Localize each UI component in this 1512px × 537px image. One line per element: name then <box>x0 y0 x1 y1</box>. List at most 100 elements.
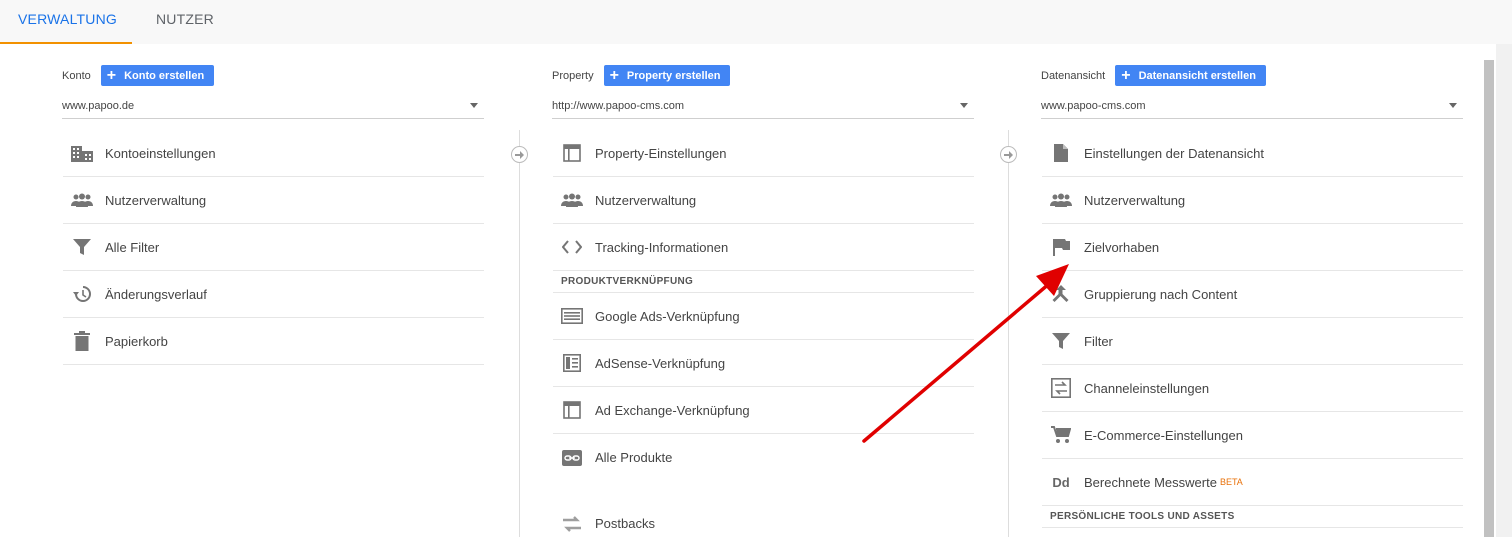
account-selected: www.papoo.de <box>62 100 135 112</box>
scrollbar-thumb[interactable] <box>1484 60 1494 537</box>
menu-item-label: Postbacks <box>595 516 655 531</box>
plus-icon: + <box>106 66 117 84</box>
menu-item-label: Google Ads-Verknüpfung <box>595 308 740 324</box>
merge-icon <box>1050 284 1072 304</box>
tab-bar: VERWALTUNG NUTZER <box>0 0 1512 44</box>
menu-item-ad-exchange[interactable]: Ad Exchange-Verknüpfung <box>553 387 974 434</box>
property-menu: Property-Einstellungen Nutzerverwaltung … <box>553 130 974 537</box>
building-icon <box>71 143 93 163</box>
section-produktverknuepfung: PRODUKTVERKNÜPFUNG <box>553 271 974 293</box>
menu-item-zielvorhaben[interactable]: Zielvorhaben <box>1042 224 1463 271</box>
menu-item-label: AdSense-Verknüpfung <box>595 355 726 371</box>
property-label: Property <box>552 69 594 82</box>
column-divider <box>1008 130 1009 537</box>
account-header: Konto + Konto erstellen <box>62 65 215 86</box>
menu-item-tracking-informationen[interactable]: Tracking-Informationen <box>553 224 974 271</box>
property-header: Property + Property erstellen <box>552 65 731 86</box>
create-property-button[interactable]: + Property erstellen <box>603 65 731 86</box>
property-selected: http://www.papoo-cms.com <box>552 100 685 112</box>
ads-icon <box>561 306 583 326</box>
column-divider <box>519 130 520 537</box>
menu-item-label: Nutzerverwaltung <box>595 192 697 208</box>
menu-item-label: Zielvorhaben <box>1084 239 1160 255</box>
document-icon <box>1050 143 1072 163</box>
tab-verwaltung[interactable]: VERWALTUNG <box>0 0 132 44</box>
arrow-right-icon <box>1000 146 1017 163</box>
menu-item-alle-filter[interactable]: Alle Filter <box>63 224 484 271</box>
code-icon <box>561 237 583 257</box>
account-menu: Kontoeinstellungen Nutzerverwaltung Alle… <box>63 130 484 365</box>
filter-icon <box>1050 331 1072 351</box>
menu-item-label: Änderungsverlauf <box>105 286 207 302</box>
menu-item-label: Nutzerverwaltung <box>1084 192 1186 208</box>
link-icon <box>561 448 583 468</box>
plus-icon: + <box>1121 66 1131 84</box>
chevron-down-icon <box>960 103 968 108</box>
postback-icon <box>561 514 583 534</box>
create-view-label: Datenansicht erstellen <box>1138 69 1256 82</box>
flag-icon <box>1050 237 1072 257</box>
cart-icon <box>1050 425 1072 445</box>
menu-item-ecommerce[interactable]: E-Commerce-Einstellungen <box>1042 412 1463 459</box>
menu-item-kontoeinstellungen[interactable]: Kontoeinstellungen <box>63 130 484 177</box>
menu-item-channeleinstellungen[interactable]: Channeleinstellungen <box>1042 365 1463 412</box>
create-view-button[interactable]: + Datenansicht erstellen <box>1115 65 1266 86</box>
menu-item-gruppierung-content[interactable]: Gruppierung nach Content <box>1042 271 1463 318</box>
menu-item-label: Channeleinstellungen <box>1084 380 1210 396</box>
menu-item-label: Alle Produkte <box>595 450 673 465</box>
view-header: Datenansicht + Datenansicht erstellen <box>1041 65 1266 86</box>
create-account-label: Konto erstellen <box>124 69 205 82</box>
channel-icon <box>1050 378 1072 398</box>
plus-icon: + <box>609 66 619 84</box>
arrow-right-icon <box>511 146 528 163</box>
trash-icon <box>71 331 93 351</box>
menu-item-alle-produkte[interactable]: Alle Produkte <box>553 434 974 481</box>
menu-item-label: E-Commerce-Einstellungen <box>1084 427 1243 443</box>
menu-item-label: Alle Filter <box>105 239 160 255</box>
view-selector[interactable]: www.papoo-cms.com <box>1041 95 1463 119</box>
menu-item-nutzerverwaltung[interactable]: Nutzerverwaltung <box>63 177 484 224</box>
people-icon <box>71 190 93 210</box>
chevron-down-icon <box>1449 103 1457 108</box>
chevron-down-icon <box>470 103 478 108</box>
window-icon <box>561 143 583 163</box>
menu-item-berechnete-messwerte[interactable]: Dd Berechnete Messwerte BETA <box>1042 459 1463 506</box>
menu-item-einstellungen-datenansicht[interactable]: Einstellungen der Datenansicht <box>1042 130 1463 177</box>
menu-item-label: Tracking-Informationen <box>595 239 729 255</box>
menu-item-postbacks[interactable]: Postbacks <box>553 500 974 537</box>
menu-item-papierkorb[interactable]: Papierkorb <box>63 318 484 365</box>
menu-item-label: Nutzerverwaltung <box>105 192 207 208</box>
scrollbar-track[interactable] <box>1496 44 1512 537</box>
dd-icon: Dd <box>1052 474 1070 490</box>
account-selector[interactable]: www.papoo.de <box>62 95 484 119</box>
view-label: Datenansicht <box>1041 69 1106 82</box>
section-persoenliche-tools: PERSÖNLICHE TOOLS UND ASSETS <box>1042 506 1463 528</box>
menu-item-label: Property-Einstellungen <box>595 145 727 161</box>
filter-icon <box>71 237 93 257</box>
menu-item-google-ads[interactable]: Google Ads-Verknüpfung <box>553 293 974 340</box>
menu-item-label: Berechnete Messwerte <box>1084 474 1217 490</box>
view-selected: www.papoo-cms.com <box>1041 100 1146 112</box>
menu-item-nutzerverwaltung[interactable]: Nutzerverwaltung <box>553 177 974 224</box>
menu-item-adsense[interactable]: AdSense-Verknüpfung <box>553 340 974 387</box>
menu-item-label: Gruppierung nach Content <box>1084 286 1238 302</box>
menu-item-label: Ad Exchange-Verknüpfung <box>595 402 750 418</box>
create-property-label: Property erstellen <box>626 69 721 82</box>
menu-item-aenderungsverlauf[interactable]: Änderungsverlauf <box>63 271 484 318</box>
menu-item-label: Papierkorb <box>105 333 168 349</box>
window-icon <box>561 400 583 420</box>
menu-item-label: Einstellungen der Datenansicht <box>1084 145 1264 161</box>
menu-item-label: Kontoeinstellungen <box>105 145 216 161</box>
menu-item-label: Filter <box>1084 333 1113 349</box>
menu-item-property-einstellungen[interactable]: Property-Einstellungen <box>553 130 974 177</box>
beta-badge: BETA <box>1219 477 1243 487</box>
property-selector[interactable]: http://www.papoo-cms.com <box>552 95 974 119</box>
view-menu: Einstellungen der Datenansicht Nutzerver… <box>1042 130 1463 528</box>
tab-nutzer[interactable]: NUTZER <box>156 0 236 44</box>
menu-item-nutzerverwaltung[interactable]: Nutzerverwaltung <box>1042 177 1463 224</box>
account-label: Konto <box>62 69 91 82</box>
adsense-icon <box>561 353 583 373</box>
history-icon <box>71 284 93 304</box>
menu-item-filter[interactable]: Filter <box>1042 318 1463 365</box>
create-account-button[interactable]: + Konto erstellen <box>100 65 215 86</box>
